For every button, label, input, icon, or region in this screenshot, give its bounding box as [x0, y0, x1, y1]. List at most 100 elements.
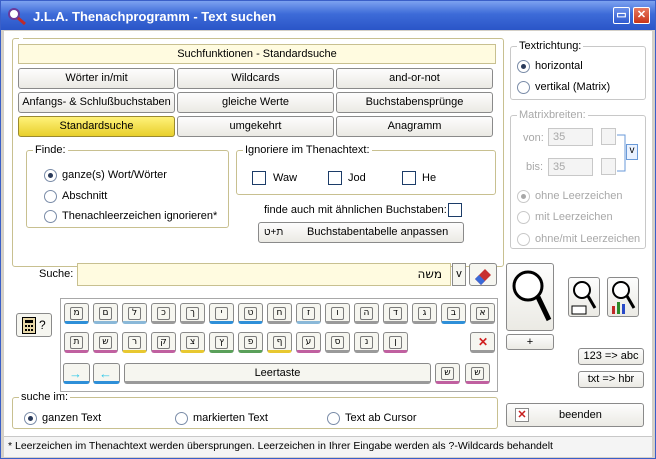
ignore-jod-label: Jod [348, 172, 366, 184]
search-input[interactable]: משה [77, 263, 451, 286]
space-key[interactable]: Leertaste [124, 363, 431, 384]
app-window: J.L.A. Thenachprogramm - Text suchen ▭ ✕… [0, 0, 656, 459]
hebrew-key[interactable]: כ [151, 303, 176, 324]
hebrew-key[interactable]: ג [412, 303, 437, 324]
window-title: J.L.A. Thenachprogramm - Text suchen [33, 9, 277, 24]
hebrew-key-label: י [215, 307, 228, 320]
hebrew-key[interactable]: ת [64, 332, 89, 353]
search-button[interactable] [506, 263, 554, 331]
search-history-dropdown[interactable]: v [452, 263, 466, 286]
hebrew-key-label: ס [331, 336, 344, 349]
hebrew-key[interactable]: נ [354, 332, 379, 353]
hebrew-key-label: ת [70, 336, 83, 349]
app-logo-icon [8, 8, 26, 25]
hebrew-key[interactable]: ף [267, 332, 292, 353]
close-window-button[interactable]: ✕ [633, 7, 650, 24]
key-shin-right[interactable]: ש [465, 363, 490, 384]
enter-button[interactable]: + [506, 334, 554, 350]
hebrew-key-label: ב [447, 307, 460, 320]
text-to-hebrew-button[interactable]: txt => hbr [578, 371, 644, 388]
hebrew-key[interactable]: ו [325, 303, 350, 324]
restore-window-button[interactable]: ▭ [613, 7, 630, 24]
hebrew-key[interactable]: ש [93, 332, 118, 353]
standard-search-button[interactable]: Standardsuche [18, 116, 175, 137]
hebrew-key[interactable]: ב [441, 303, 466, 324]
words-in-with-button[interactable]: Wörter in/mit [18, 68, 175, 89]
ignore-jod-checkbox[interactable] [328, 171, 342, 185]
hebrew-key[interactable]: ר [122, 332, 147, 353]
letter-table-button[interactable]: ת+ט Buchstabentabelle anpassen [258, 222, 464, 243]
hebrew-key-label: ף [273, 336, 286, 349]
hebrew-key[interactable]: פ [238, 332, 263, 353]
ignore-waw-checkbox[interactable] [252, 171, 266, 185]
same-values-button[interactable]: gleiche Werte [177, 92, 334, 113]
ignore-he-checkbox[interactable] [402, 171, 416, 185]
close-x-icon: ✕ [515, 408, 529, 422]
client-area: Suchfunktionen - Standardsuche Wörter in… [4, 31, 652, 457]
bis-label: bis: [526, 161, 544, 173]
anagram-button[interactable]: Anagramm [336, 116, 493, 137]
hebrew-key[interactable]: ם [93, 303, 118, 324]
hebrew-key[interactable]: ד [383, 303, 408, 324]
hebrew-key[interactable]: י [209, 303, 234, 324]
keyboard-help-label: ? [39, 318, 46, 332]
clear-search-button[interactable] [469, 263, 497, 286]
hebrew-key-label: א [476, 307, 489, 320]
hebrew-key[interactable]: א [470, 303, 495, 324]
numbers-to-letters-button[interactable]: 123 => abc [578, 348, 644, 365]
hebrew-key[interactable]: מ [64, 303, 89, 324]
and-or-not-button[interactable]: and-or-not [336, 68, 493, 89]
title-bar: J.L.A. Thenachprogramm - Text suchen ▭ ✕ [1, 1, 655, 30]
scope-legend: suche im: [21, 391, 69, 403]
hebrew-key[interactable]: ז [296, 303, 321, 324]
hebrew-key-label: ד [389, 307, 402, 320]
hebrew-key[interactable]: ה [354, 303, 379, 324]
hebrew-key-label: ץ [215, 336, 228, 349]
keyboard-help-button[interactable]: ? [16, 313, 52, 337]
hebrew-key[interactable]: ק [151, 332, 176, 353]
radio-without-with-spaces-label: ohne/mit Leerzeichen [535, 233, 641, 245]
hebrew-key-label: ם [99, 307, 112, 320]
von-input[interactable]: 35 [548, 128, 593, 146]
hebrew-key[interactable]: ס [325, 332, 350, 353]
search-list-button[interactable] [568, 277, 600, 317]
end-button[interactable]: ✕ beenden [506, 403, 644, 427]
hebrew-key[interactable]: ח [267, 303, 292, 324]
cursor-right-key[interactable]: → [63, 363, 90, 384]
radio-horizontal-label: horizontal [535, 60, 583, 72]
ignore-group: Ignoriere im Thenachtext: [236, 144, 496, 195]
hebrew-key-label: ה [360, 307, 373, 320]
hebrew-key[interactable]: ץ [209, 332, 234, 353]
bis-input[interactable]: 35 [548, 158, 593, 176]
letter-skips-button[interactable]: Buchstabensprünge [336, 92, 493, 113]
start-end-letters-button[interactable]: Anfangs- & Schlußbuchstaben [18, 92, 175, 113]
radio-from-cursor-label: Text ab Cursor [345, 412, 417, 424]
hebrew-key[interactable]: ל [122, 303, 147, 324]
hebrew-key[interactable]: צ [180, 332, 205, 353]
radio-with-spaces-label: mit Leerzeichen [535, 211, 613, 223]
key-shin-left[interactable]: ש [435, 363, 460, 384]
letter-table-label: Buchstabentabelle anpassen [307, 226, 449, 238]
hebrew-key-label: ן [389, 336, 402, 349]
reversed-button[interactable]: umgekehrt [177, 116, 334, 137]
hebrew-key[interactable]: ן [383, 332, 408, 353]
similar-letters-checkbox[interactable] [448, 203, 462, 217]
matrix-legend: Matrixbreiten: [519, 109, 586, 121]
hebrew-key-label: ר [128, 336, 141, 349]
hebrew-key-label: מ [70, 307, 83, 320]
von-spinner[interactable] [601, 128, 616, 145]
search-list-icon [571, 281, 597, 315]
wildcards-button[interactable]: Wildcards [177, 68, 334, 89]
hebrew-key-label: נ [360, 336, 373, 349]
bis-spinner[interactable] [601, 158, 616, 175]
von-label: von: [523, 132, 544, 144]
cursor-left-key[interactable]: ← [93, 363, 120, 384]
hebrew-key[interactable]: ט [238, 303, 263, 324]
hebrew-key-label: כ [157, 307, 170, 320]
hebrew-key[interactable]: ע [296, 332, 321, 353]
search-statistics-button[interactable] [607, 277, 639, 317]
search-chart-icon [612, 281, 636, 314]
link-widths-toggle[interactable]: v [626, 144, 638, 160]
hebrew-key[interactable]: ך [180, 303, 205, 324]
delete-key[interactable]: ✕ [470, 332, 495, 353]
